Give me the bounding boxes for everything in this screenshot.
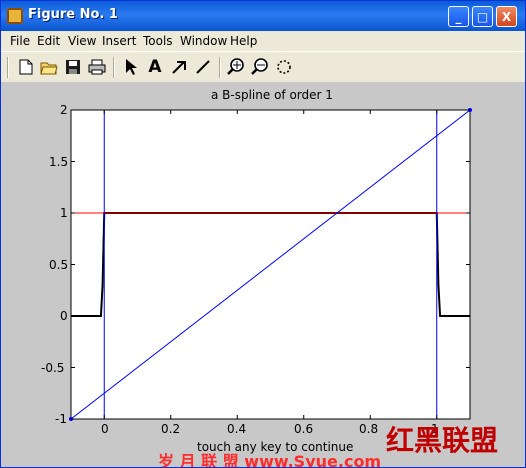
x-tick-label: 0.4 xyxy=(227,422,247,436)
y-tick-label: -1 xyxy=(55,412,67,426)
x-tick-label: 0.2 xyxy=(161,422,181,436)
y-tick-label: -0.5 xyxy=(41,361,65,375)
watermark-left: 岁 月 联 盟 www.Syue.com xyxy=(158,452,382,468)
x-tick-label: 0 xyxy=(101,422,109,436)
chart-title: a B-spline of order 1 xyxy=(211,88,333,102)
watermark-right: 红黑联盟 xyxy=(386,424,499,457)
y-tick-label: 0 xyxy=(60,309,68,323)
y-tick-label: 1 xyxy=(60,206,68,220)
y-tick-label: 1.5 xyxy=(49,155,69,169)
plot-svg xyxy=(69,108,472,421)
y-tick-label: 0.5 xyxy=(49,258,69,272)
figure-window: Figure No. 1 _ □ X File Edit View Insert… xyxy=(0,0,526,468)
x-tick-label: 0.6 xyxy=(294,422,314,436)
y-tick-label: 2 xyxy=(60,103,68,117)
x-tick-label: 0.8 xyxy=(359,422,379,436)
